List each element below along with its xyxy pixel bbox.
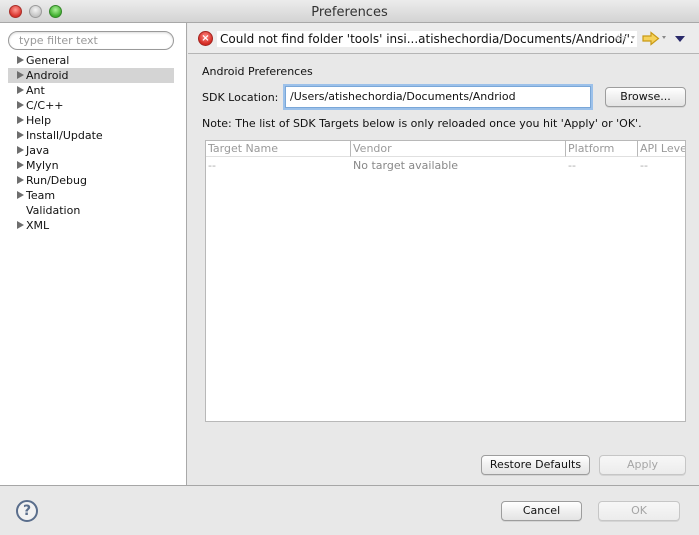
dialog-footer: ? Cancel OK bbox=[0, 485, 699, 535]
note-text: Note: The list of SDK Targets below is o… bbox=[202, 117, 642, 130]
expand-arrow-icon[interactable] bbox=[17, 221, 24, 229]
restore-defaults-button[interactable]: Restore Defaults bbox=[481, 455, 590, 475]
tree-item-label: Java bbox=[26, 144, 50, 157]
tree-item-general[interactable]: General bbox=[8, 53, 174, 68]
sdk-targets-table[interactable]: Target Name Vendor Platform API Leve -- … bbox=[205, 140, 686, 422]
tree-item-label: Install/Update bbox=[26, 129, 103, 142]
tree-item-help[interactable]: Help bbox=[8, 113, 174, 128]
expand-arrow-icon[interactable] bbox=[17, 71, 24, 79]
section-title: Android Preferences bbox=[202, 65, 313, 78]
error-circle-icon: × bbox=[198, 31, 213, 46]
table-cell: -- bbox=[568, 159, 576, 172]
error-message: Could not find folder 'tools' insi...ati… bbox=[217, 31, 637, 47]
preferences-sidebar: type filter text General Android Ant C/C… bbox=[0, 23, 187, 485]
expand-arrow-icon[interactable] bbox=[17, 146, 24, 154]
tree-item-label: Android bbox=[26, 69, 69, 82]
tree-item-mylyn[interactable]: Mylyn bbox=[8, 158, 174, 173]
title-bar: Preferences bbox=[0, 0, 699, 23]
view-menu-icon[interactable] bbox=[675, 36, 685, 42]
forward-arrow-icon[interactable] bbox=[642, 31, 660, 46]
tree-item-ant[interactable]: Ant bbox=[8, 83, 174, 98]
tree-item-install-update[interactable]: Install/Update bbox=[8, 128, 174, 143]
expand-arrow-icon[interactable] bbox=[17, 176, 24, 184]
column-header-api-level[interactable]: API Leve bbox=[637, 141, 685, 157]
column-header-target-name[interactable]: Target Name bbox=[206, 141, 350, 157]
sdk-location-input[interactable]: /Users/atishechordia/Documents/Andriod bbox=[285, 86, 591, 108]
forward-dropdown-icon[interactable] bbox=[662, 36, 666, 39]
tree-item-java[interactable]: Java bbox=[8, 143, 174, 158]
expand-arrow-icon[interactable] bbox=[17, 131, 24, 139]
expand-arrow-icon[interactable] bbox=[17, 56, 24, 64]
back-dropdown-icon[interactable] bbox=[631, 36, 635, 39]
table-cell: -- bbox=[640, 159, 648, 172]
back-arrow-icon[interactable]: ⇦ bbox=[615, 31, 627, 45]
expand-arrow-icon[interactable] bbox=[17, 116, 24, 124]
tree-item-label: Help bbox=[26, 114, 52, 127]
sdk-location-label: SDK Location: bbox=[202, 91, 279, 104]
message-bar: × Could not find folder 'tools' insi...a… bbox=[188, 23, 699, 54]
table-cell: -- bbox=[208, 159, 216, 172]
tree-item-label: Team bbox=[26, 189, 56, 202]
expand-arrow-icon[interactable] bbox=[17, 86, 24, 94]
expand-arrow-icon[interactable] bbox=[17, 101, 24, 109]
tree-item-label: XML bbox=[26, 219, 50, 232]
tree-item-android[interactable]: Android bbox=[8, 68, 174, 83]
tree-item-label: Run/Debug bbox=[26, 174, 87, 187]
table-cell: No target available bbox=[353, 159, 459, 172]
filter-input[interactable]: type filter text bbox=[8, 31, 174, 50]
tree-item-run-debug[interactable]: Run/Debug bbox=[8, 173, 174, 188]
cancel-button[interactable]: Cancel bbox=[501, 501, 582, 521]
expand-arrow-icon[interactable] bbox=[17, 161, 24, 169]
tree-item-xml[interactable]: XML bbox=[8, 218, 174, 233]
browse-button[interactable]: Browse... bbox=[605, 87, 686, 107]
preferences-tree: General Android Ant C/C++ Help Install/U… bbox=[8, 53, 174, 233]
preference-page: × Could not find folder 'tools' insi...a… bbox=[188, 23, 699, 485]
ok-button[interactable]: OK bbox=[598, 501, 680, 521]
tree-item-team[interactable]: Team bbox=[8, 188, 174, 203]
tree-item-validation[interactable]: Validation bbox=[8, 203, 174, 218]
tree-item-label: General bbox=[26, 54, 70, 67]
help-icon[interactable]: ? bbox=[16, 500, 38, 522]
column-header-vendor[interactable]: Vendor bbox=[350, 141, 565, 157]
tree-item-label: Ant bbox=[26, 84, 45, 97]
tree-item-label: Validation bbox=[26, 204, 81, 217]
tree-item-label: C/C++ bbox=[26, 99, 64, 112]
tree-item-label: Mylyn bbox=[26, 159, 59, 172]
expand-arrow-icon[interactable] bbox=[17, 191, 24, 199]
column-header-platform[interactable]: Platform bbox=[565, 141, 637, 157]
tree-item-c-cpp[interactable]: C/C++ bbox=[8, 98, 174, 113]
apply-button[interactable]: Apply bbox=[599, 455, 686, 475]
window-title: Preferences bbox=[311, 5, 388, 20]
